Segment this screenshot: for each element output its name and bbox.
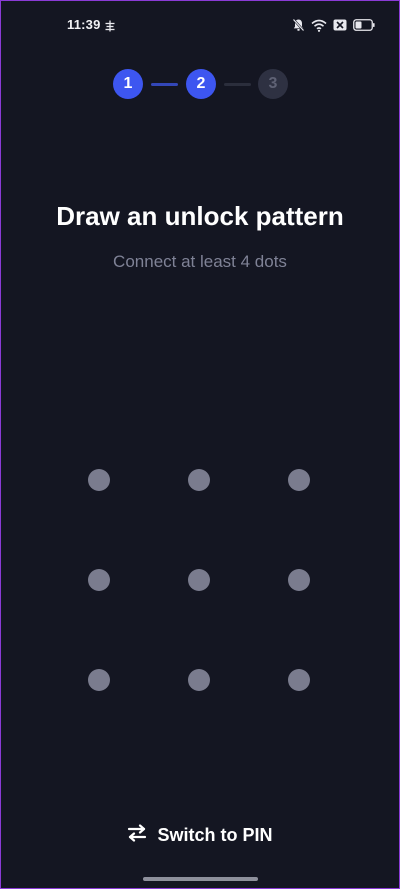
pattern-dot-3[interactable] [288,469,310,491]
step-3-indicator: 3 [258,69,288,99]
pattern-dot-5[interactable] [188,569,210,591]
wifi-icon [311,19,327,32]
pattern-dot-2[interactable] [188,469,210,491]
switch-to-pin-button[interactable]: Switch to PIN [1,819,399,851]
page-title: Draw an unlock pattern [56,201,344,231]
progress-stepper: 1 2 3 [1,67,399,101]
status-icons [292,17,375,33]
cast-icon [104,19,116,32]
pattern-dot-9[interactable] [288,669,310,691]
status-time: 11:39 [67,17,101,32]
status-bar: 11:39 [1,1,399,49]
page-subtitle: Connect at least 4 dots [113,252,287,271]
pattern-dot-6[interactable] [288,569,310,591]
pattern-dot-1[interactable] [88,469,110,491]
home-indicator[interactable] [143,877,258,881]
pattern-grid[interactable] [1,1,399,888]
step-1-indicator: 1 [113,69,143,99]
lock-pattern-screen: 11:39 1 2 3 Draw an unlock pattern Conne… [1,1,399,888]
switch-to-pin-label: Switch to PIN [157,824,273,845]
pattern-dot-4[interactable] [88,569,110,591]
step-connector-2 [224,83,251,86]
battery-icon [353,19,375,31]
close-box-icon [333,19,347,31]
swap-arrows-icon [127,823,147,847]
step-connector-1 [151,83,178,86]
step-2-indicator: 2 [186,69,216,99]
mute-bell-icon [292,18,305,32]
pattern-dot-7[interactable] [88,669,110,691]
pattern-dot-8[interactable] [188,669,210,691]
